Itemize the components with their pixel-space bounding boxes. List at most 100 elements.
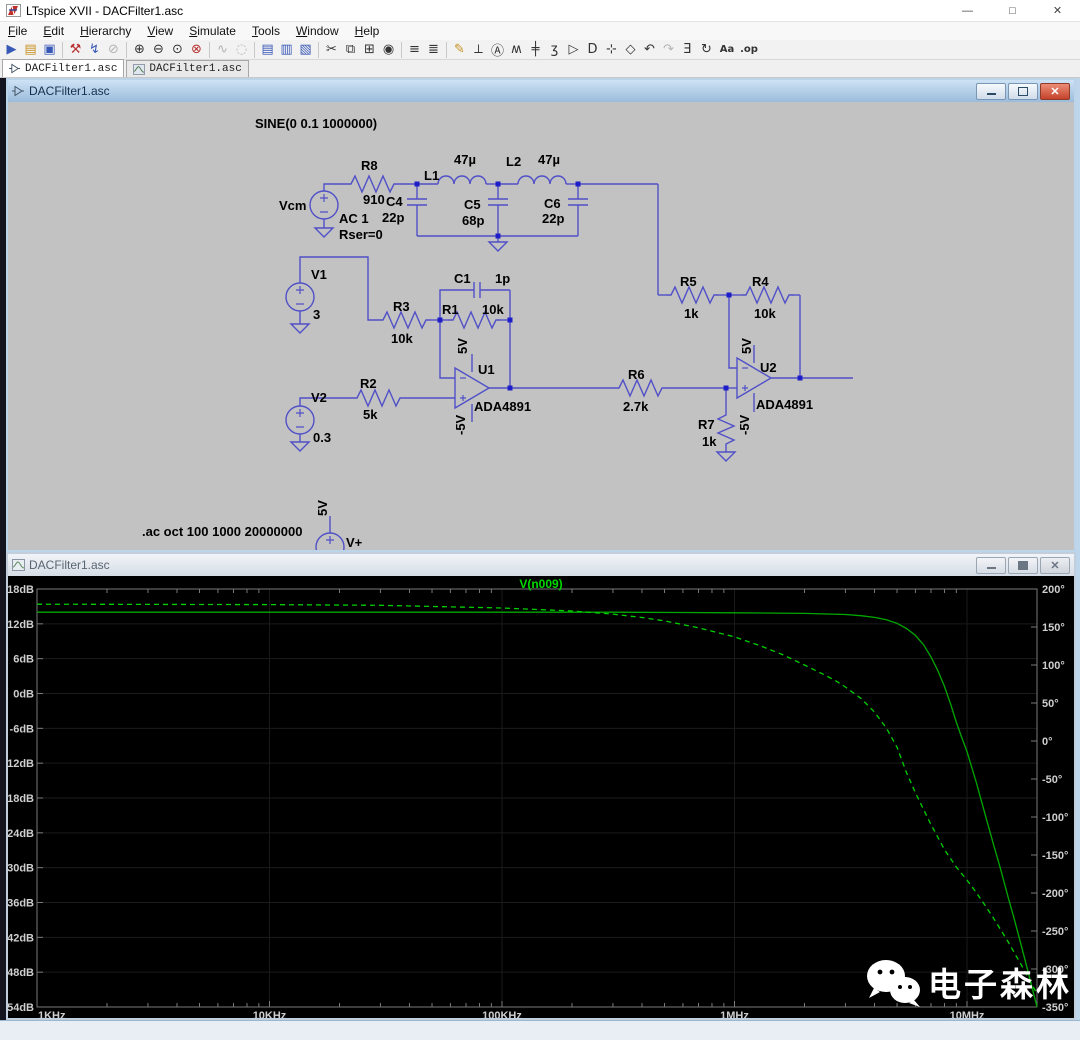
schematic-label[interactable]: 1k bbox=[702, 434, 717, 449]
save-icon[interactable]: ▣ bbox=[40, 41, 59, 59]
wire-pencil-icon[interactable]: ✎ bbox=[450, 41, 469, 59]
wire[interactable] bbox=[352, 390, 405, 406]
inductor-icon[interactable]: ʒ bbox=[545, 41, 564, 59]
menu-view[interactable]: View bbox=[139, 22, 181, 40]
schematic-label[interactable]: SINE(0 0.1 1000000) bbox=[255, 116, 377, 131]
diode-icon[interactable]: ▷ bbox=[564, 41, 583, 59]
minimize-button[interactable]: — bbox=[945, 0, 990, 22]
wire[interactable] bbox=[440, 320, 455, 378]
schematic-label[interactable]: 10k bbox=[391, 331, 413, 346]
zoom-in-icon[interactable]: ⊕ bbox=[130, 41, 149, 59]
wire[interactable] bbox=[438, 176, 486, 184]
schematic-label[interactable]: 10k bbox=[754, 306, 776, 321]
schematic-label[interactable]: 22p bbox=[382, 210, 404, 225]
schematic-label[interactable]: U1 bbox=[478, 362, 495, 377]
schematic-label[interactable]: R8 bbox=[361, 158, 378, 173]
schematic-label[interactable]: ADA4891 bbox=[474, 399, 531, 414]
menu-simulate[interactable]: Simulate bbox=[181, 22, 244, 40]
schematic-label[interactable]: -5V bbox=[453, 414, 468, 435]
new-schematic-icon[interactable]: ▶ bbox=[2, 41, 21, 59]
drag-icon[interactable]: ◇ bbox=[621, 41, 640, 59]
plot-close-button[interactable]: ✕ bbox=[1040, 557, 1070, 574]
run-icon[interactable]: ↯ bbox=[85, 41, 104, 59]
schematic-label[interactable]: ADA4891 bbox=[756, 397, 813, 412]
schematic-label[interactable]: C6 bbox=[544, 196, 561, 211]
schematic-label[interactable]: 3 bbox=[313, 307, 320, 322]
schematic-label[interactable]: AC 1 bbox=[339, 211, 369, 226]
ground-symbol[interactable] bbox=[315, 228, 333, 237]
maximize-button[interactable]: □ bbox=[990, 0, 1035, 22]
schematic-label[interactable]: U2 bbox=[760, 360, 777, 375]
wire[interactable] bbox=[666, 287, 719, 303]
schematic-label[interactable]: 47µ bbox=[538, 152, 560, 167]
ground-symbol[interactable] bbox=[717, 452, 735, 461]
schematic-label[interactable]: R5 bbox=[680, 274, 697, 289]
tile-vertical-icon[interactable]: ▥ bbox=[277, 41, 296, 59]
close-button[interactable]: ✕ bbox=[1035, 0, 1080, 22]
tile-horizontal-icon[interactable]: ▤ bbox=[258, 41, 277, 59]
plot-window-titlebar[interactable]: DACFilter1.asc ✕ bbox=[8, 554, 1074, 576]
schematic-label[interactable]: V1 bbox=[311, 267, 327, 282]
schematic-label[interactable]: C4 bbox=[386, 194, 403, 209]
spice-directive-icon[interactable]: .op bbox=[738, 41, 760, 59]
menu-window[interactable]: Window bbox=[288, 22, 347, 40]
schematic-label[interactable]: V+ bbox=[346, 535, 363, 550]
wire[interactable] bbox=[729, 295, 737, 368]
wire[interactable] bbox=[518, 176, 566, 184]
schematic-label[interactable]: V2 bbox=[311, 390, 327, 405]
print-preview-icon[interactable]: ≡ bbox=[405, 41, 424, 59]
schematic-label[interactable]: 5k bbox=[363, 407, 378, 422]
label-net-icon[interactable]: Ⓐ bbox=[488, 41, 507, 59]
schematic-label[interactable]: .ac oct 100 1000 20000000 bbox=[142, 524, 302, 539]
schematic-close-button[interactable]: ✕ bbox=[1040, 83, 1070, 100]
zoom-extents-icon[interactable]: ⊗ bbox=[187, 41, 206, 59]
trace-legend[interactable]: V(n009) bbox=[8, 577, 1074, 591]
schematic-label[interactable]: Vcm bbox=[279, 198, 306, 213]
schematic-label[interactable]: C5 bbox=[464, 197, 481, 212]
schematic-label[interactable]: 5V bbox=[739, 338, 754, 354]
wire[interactable] bbox=[718, 410, 734, 449]
schematic-canvas[interactable]: SINE(0 0.1 1000000)VcmAC 1Rser=0R8910L14… bbox=[8, 102, 1074, 550]
wire[interactable] bbox=[378, 312, 431, 328]
schematic-label[interactable]: Rser=0 bbox=[339, 227, 383, 242]
move-icon[interactable]: ⊹ bbox=[602, 41, 621, 59]
trace-phase[interactable] bbox=[37, 604, 1037, 994]
cascade-windows-icon[interactable]: ▧ bbox=[296, 41, 315, 59]
schematic-label[interactable]: 68p bbox=[462, 213, 484, 228]
mirror-icon[interactable]: Ǝ bbox=[678, 41, 697, 59]
print-icon[interactable]: ≣ bbox=[424, 41, 443, 59]
ground-symbol[interactable] bbox=[291, 324, 309, 333]
schematic-label[interactable]: R3 bbox=[393, 299, 410, 314]
wire[interactable] bbox=[346, 176, 399, 192]
schematic-label[interactable]: 5V bbox=[455, 338, 470, 354]
component-icon[interactable]: D bbox=[583, 41, 602, 59]
menu-tools[interactable]: Tools bbox=[244, 22, 288, 40]
text-icon[interactable]: Aa bbox=[716, 41, 738, 59]
schematic-window-titlebar[interactable]: DACFilter1.asc ✕ bbox=[8, 80, 1074, 102]
wire[interactable] bbox=[741, 287, 794, 303]
undo-icon[interactable]: ↶ bbox=[640, 41, 659, 59]
menu-help[interactable]: Help bbox=[347, 22, 388, 40]
schematic-label[interactable]: 1p bbox=[495, 271, 510, 286]
trace-magnitude[interactable] bbox=[37, 612, 1037, 1007]
schematic-label[interactable]: 1k bbox=[684, 306, 699, 321]
schematic-label[interactable]: 22p bbox=[542, 211, 564, 226]
schematic-label[interactable]: L2 bbox=[506, 154, 521, 169]
zoom-fit-icon[interactable]: ⊙ bbox=[168, 41, 187, 59]
schematic-label[interactable]: L1 bbox=[424, 168, 439, 183]
schematic-label[interactable]: 0.3 bbox=[313, 430, 331, 445]
wire[interactable] bbox=[614, 380, 667, 396]
tab-waveform[interactable]: DACFilter1.asc bbox=[126, 60, 248, 77]
resistor-icon[interactable]: ʍ bbox=[507, 41, 526, 59]
schematic-label[interactable]: R2 bbox=[360, 376, 377, 391]
schematic-label[interactable]: R1 bbox=[442, 302, 459, 317]
capacitor-icon[interactable]: ╪ bbox=[526, 41, 545, 59]
copy-icon[interactable]: ⧉ bbox=[341, 41, 360, 59]
schematic-label[interactable]: R4 bbox=[752, 274, 769, 289]
wire[interactable] bbox=[324, 184, 346, 191]
ground-symbol[interactable] bbox=[291, 442, 309, 451]
plot-minimize-button[interactable] bbox=[976, 557, 1006, 574]
find-icon[interactable]: ◉ bbox=[379, 41, 398, 59]
schematic-label[interactable]: 2.7k bbox=[623, 399, 649, 414]
schematic-label[interactable]: 5V bbox=[315, 500, 330, 516]
